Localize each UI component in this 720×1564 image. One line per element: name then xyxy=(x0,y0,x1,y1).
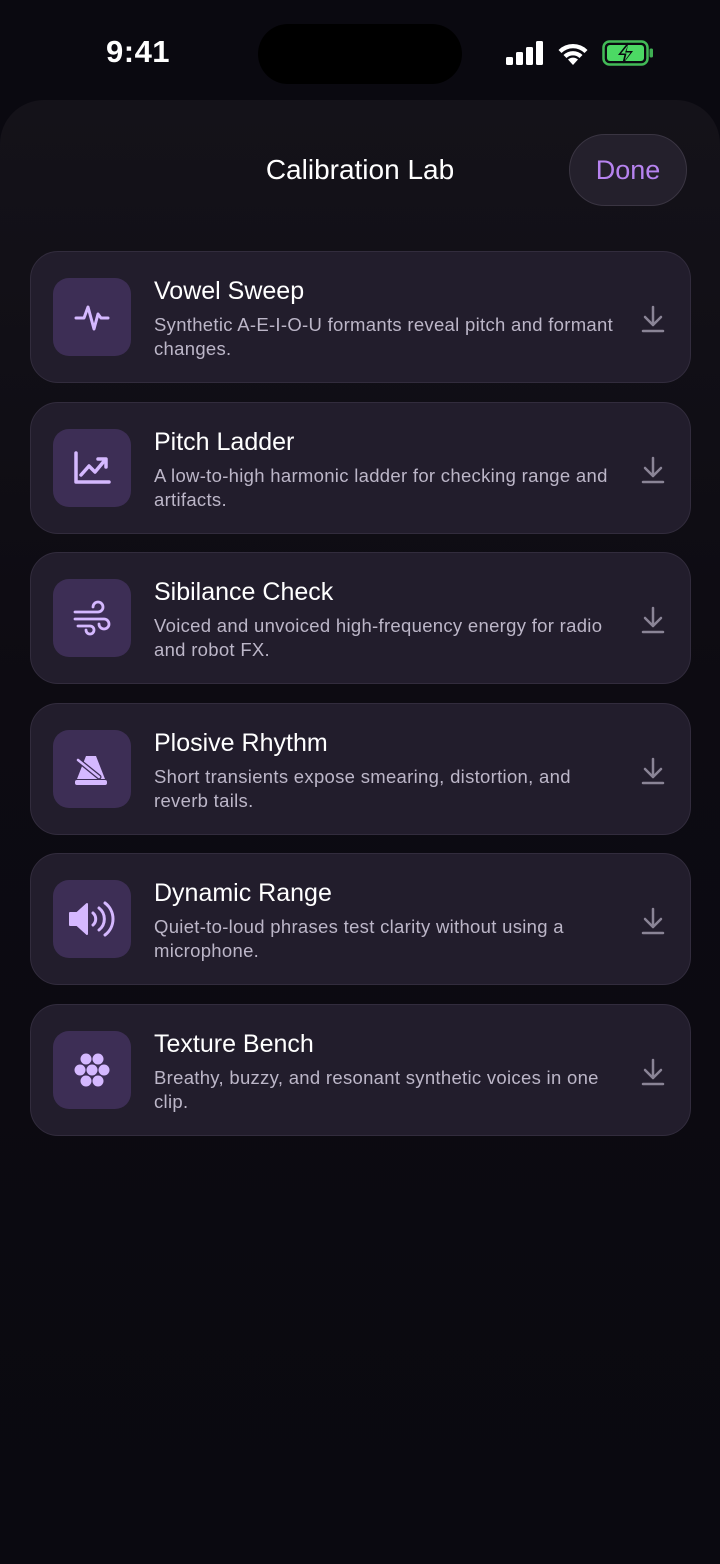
wind-icon xyxy=(73,600,111,636)
list-item-texture-bench[interactable]: Texture Bench Breathy, buzzy, and resona… xyxy=(30,1003,691,1136)
status-time: 9:41 xyxy=(106,34,171,69)
item-title: Sibilance Check xyxy=(154,578,334,606)
trend-chart-icon xyxy=(74,450,111,484)
item-title: Pitch Ladder xyxy=(154,427,295,456)
icon-tile xyxy=(53,428,131,507)
item-title: Plosive Rhythm xyxy=(154,728,328,757)
done-button[interactable]: Done xyxy=(569,134,687,206)
dots-cluster-icon xyxy=(74,1053,110,1086)
waveform-pulse-icon xyxy=(74,305,110,331)
item-description: Voiced and unvoiced high-frequency energ… xyxy=(154,615,603,660)
icon-tile xyxy=(53,278,131,356)
item-description: A low-to-high harmonic ladder for checki… xyxy=(154,464,608,510)
download-icon[interactable] xyxy=(640,756,666,786)
list-item-sibilance-check[interactable]: Sibilance Check Voiced and unvoiced high… xyxy=(30,552,691,684)
status-icons xyxy=(506,40,654,66)
list-item-pitch-ladder[interactable]: Pitch Ladder A low-to-high harmonic ladd… xyxy=(30,401,691,534)
icon-tile xyxy=(53,579,131,657)
item-title: Vowel Sweep xyxy=(154,277,305,305)
battery-charging-icon xyxy=(602,40,653,66)
wifi-icon xyxy=(558,43,588,65)
calibration-list: Vowel Sweep Synthetic A-E-I-O-U formants… xyxy=(30,251,691,1154)
download-icon[interactable] xyxy=(640,906,666,936)
download-icon[interactable] xyxy=(640,1057,666,1087)
download-icon[interactable] xyxy=(640,455,666,485)
download-icon[interactable] xyxy=(640,304,666,334)
icon-tile xyxy=(53,1030,131,1109)
item-title: Dynamic Range xyxy=(154,879,332,907)
cellular-signal-icon xyxy=(506,41,543,65)
icon-tile xyxy=(53,880,131,958)
list-item-vowel-sweep[interactable]: Vowel Sweep Synthetic A-E-I-O-U formants… xyxy=(30,251,691,383)
icon-tile xyxy=(53,729,131,808)
speaker-wave-icon xyxy=(69,901,115,937)
metronome-icon xyxy=(75,755,107,785)
list-item-plosive-rhythm[interactable]: Plosive Rhythm Short transients expose s… xyxy=(30,702,691,835)
item-description: Breathy, buzzy, and resonant synthetic v… xyxy=(154,1066,599,1112)
item-description: Quiet-to-loud phrases test clarity witho… xyxy=(154,916,564,961)
list-item-dynamic-range[interactable]: Dynamic Range Quiet-to-loud phrases test… xyxy=(30,853,691,985)
item-description: Short transients expose smearing, distor… xyxy=(154,765,571,811)
item-title: Texture Bench xyxy=(154,1029,314,1058)
item-description: Synthetic A-E-I-O-U formants reveal pitc… xyxy=(154,314,614,359)
download-icon[interactable] xyxy=(640,605,666,635)
dynamic-island xyxy=(258,24,462,84)
status-bar: 9:41 xyxy=(0,0,720,100)
